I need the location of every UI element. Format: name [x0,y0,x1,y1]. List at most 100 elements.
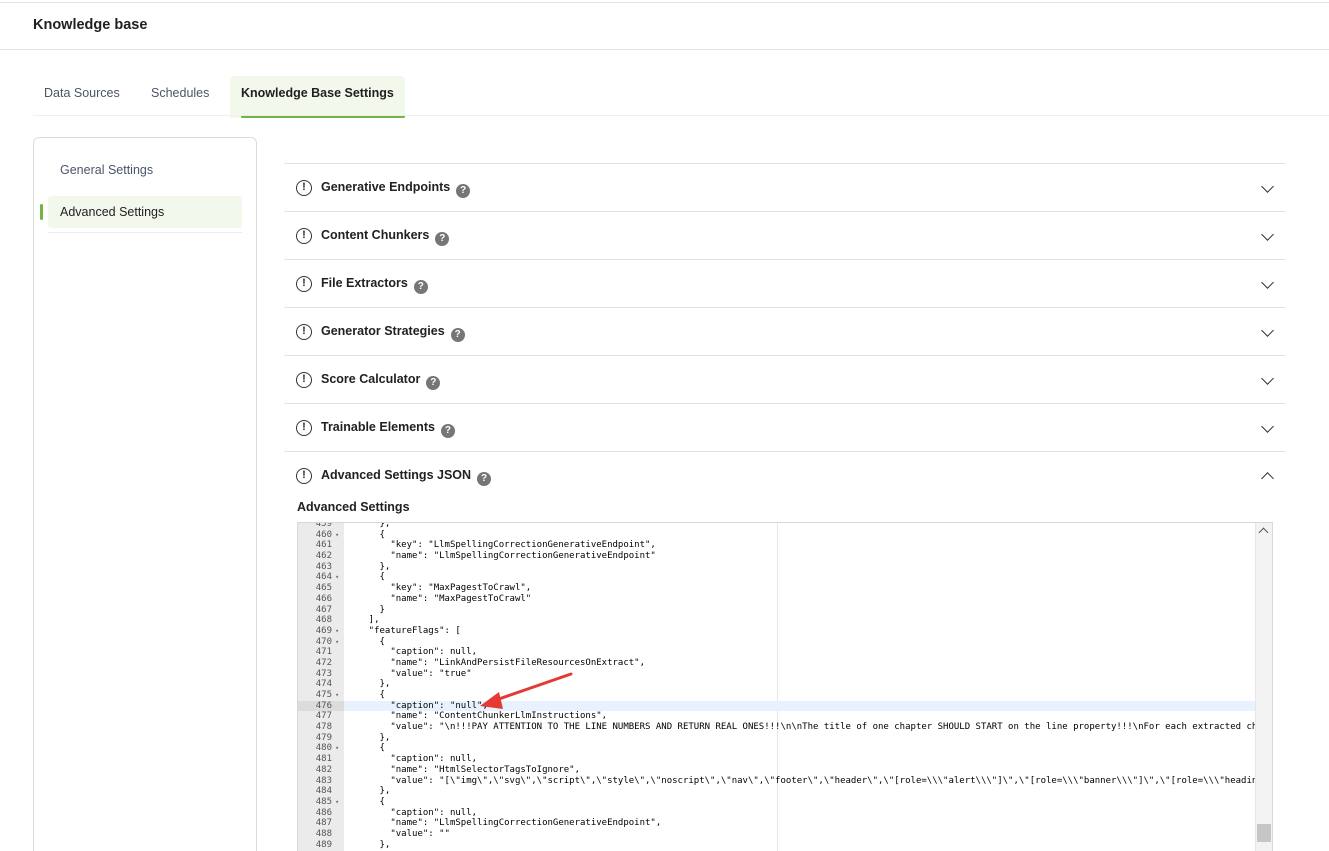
code-line[interactable]: 471 "caption": null, [298,647,1256,658]
code-line[interactable]: 477 "name": "ContentChunkerLlmInstructio… [298,711,1256,722]
code-line[interactable]: 484 }, [298,786,1256,797]
section-title: File Extractors [321,276,408,290]
settings-accordion: ! Generative Endpoints? ! Content Chunke… [284,163,1286,499]
code-text: "name": "MaxPagestToCrawl" [347,593,532,604]
line-number: 471 [315,647,332,658]
code-line[interactable]: 483 "value": "[\"img\",\"svg\",\"script\… [298,775,1272,787]
code-line[interactable]: 485 ▾ { [298,797,1256,808]
code-text: }, [347,786,391,797]
warning-circle-icon: ! [296,372,312,388]
help-icon[interactable]: ? [440,424,455,438]
editor-code-lines[interactable]: 459 }, 460 ▾ {461 "key": "LlmSpellingCorre… [298,523,1272,851]
line-number: 483 [315,775,332,786]
code-text: } [347,604,385,615]
chevron-down-icon[interactable] [1261,372,1274,385]
line-number: 474 [315,679,332,690]
line-number: 482 [315,764,332,775]
line-number: 481 [315,754,332,765]
help-icon[interactable]: ? [426,376,441,390]
section-title: Trainable Elements [321,420,435,434]
chevron-down-icon[interactable] [1261,276,1274,289]
code-line[interactable]: 489 }, [298,840,1256,851]
code-line[interactable]: 475 ▾ { [298,690,1256,701]
code-text: { [347,636,385,647]
tab-schedules[interactable]: Schedules [151,76,209,118]
fold-toggle-icon[interactable]: ▾ [335,530,339,541]
help-icon[interactable]: ? [477,472,492,486]
warning-circle-icon: ! [296,228,312,244]
scrollbar-thumb[interactable] [1257,824,1271,842]
section-score-calculator[interactable]: ! Score Calculator? [284,355,1286,403]
page-header: Knowledge base [0,3,1329,50]
code-line[interactable]: 465 "key": "MaxPagestToCrawl", [298,583,1256,594]
code-line[interactable]: 486 "caption": null, [298,808,1256,819]
code-line[interactable]: 460 ▾ { [298,530,1256,541]
warning-circle-icon: ! [296,180,312,196]
code-line[interactable]: 479 }, [298,733,1256,744]
code-line[interactable]: 478 "value": "\n!!!PAY ATTENTION TO THE … [298,722,1272,733]
fold-toggle-icon[interactable]: ▾ [335,690,339,701]
code-line[interactable]: 470 ▾ { [298,637,1256,648]
help-icon[interactable]: ? [450,328,465,342]
section-trainable-elements[interactable]: ! Trainable Elements? [284,403,1286,451]
code-line[interactable]: 462 "name": "LlmSpellingCorrectionGenera… [298,551,1256,562]
code-text: { [347,796,385,807]
line-number: 463 [315,561,332,572]
chevron-up-icon[interactable] [1261,472,1274,485]
line-number: 479 [315,732,332,743]
editor-scrollbar[interactable] [1255,523,1272,851]
code-line[interactable]: 488 "value": "" [298,829,1256,840]
code-text: ], [347,615,380,626]
fold-toggle-icon[interactable]: ▾ [335,743,339,754]
code-line[interactable]: 468 ], [298,615,1256,626]
code-line[interactable]: 474 }, [298,679,1256,690]
code-line[interactable]: 476 "caption": "null", [298,700,1256,712]
tab-data-sources[interactable]: Data Sources [44,76,120,118]
fold-toggle-icon[interactable]: ▾ [335,797,339,808]
code-line[interactable]: 472 "name": "LinkAndPersistFileResources… [298,658,1256,669]
code-line[interactable]: 461 "key": "LlmSpellingCorrectionGenerat… [298,540,1256,551]
code-line[interactable]: 463 }, [298,562,1256,573]
help-icon[interactable]: ? [435,232,450,246]
chevron-down-icon[interactable] [1261,324,1274,337]
section-content-chunkers[interactable]: ! Content Chunkers? [284,211,1286,259]
code-line[interactable]: 469 ▾ "featureFlags": [ [298,626,1256,637]
code-line[interactable]: 481 "caption": null, [298,754,1256,765]
section-generative-endpoints[interactable]: ! Generative Endpoints? [284,163,1286,211]
fold-toggle-icon[interactable]: ▾ [335,626,339,637]
code-line[interactable]: 464 ▾ { [298,572,1256,583]
tab-knowledge-base-settings[interactable]: Knowledge Base Settings [230,76,405,118]
settings-side-nav: General Settings Advanced Settings [33,137,257,851]
fold-toggle-icon[interactable]: ▾ [335,637,339,648]
code-text: }, [347,732,391,743]
scroll-up-icon[interactable] [1258,527,1269,538]
section-file-extractors[interactable]: ! File Extractors? [284,259,1286,307]
code-text: "value": "true" [347,668,472,679]
sidebar-item-advanced-settings[interactable]: Advanced Settings [40,196,242,228]
help-icon[interactable]: ? [413,280,428,294]
chevron-down-icon[interactable] [1261,228,1274,241]
section-advanced-settings-json[interactable]: ! Advanced Settings JSON? [284,451,1286,499]
code-line[interactable]: 482 "name": "HtmlSelectorTagsToIgnore", [298,765,1256,776]
section-generator-strategies[interactable]: ! Generator Strategies? [284,307,1286,355]
line-number: 487 [315,818,332,829]
line-number: 468 [315,615,332,626]
code-text: "name": "LlmSpellingCorrectionGenerative… [347,818,662,829]
fold-toggle-icon[interactable]: ▾ [335,572,339,583]
code-line[interactable]: 487 "name": "LlmSpellingCorrectionGenera… [298,818,1256,829]
section-title: Content Chunkers [321,228,430,242]
json-code-editor[interactable]: 459 }, 460 ▾ {461 "key": "LlmSpellingCorre… [297,522,1273,851]
chevron-down-icon[interactable] [1261,180,1274,193]
warning-circle-icon: ! [296,420,312,436]
code-line[interactable]: 480 ▾ { [298,743,1256,754]
code-line[interactable]: 473 "value": "true" [298,669,1256,680]
help-icon[interactable]: ? [456,184,471,198]
line-number: 477 [315,711,332,722]
code-line[interactable]: 459 }, [298,523,1256,530]
code-line[interactable]: 466 "name": "MaxPagestToCrawl" [298,594,1256,605]
code-line[interactable]: 467 } [298,605,1256,616]
sidebar-item-general-settings[interactable]: General Settings [48,154,242,186]
line-number: 466 [315,593,332,604]
chevron-down-icon[interactable] [1261,420,1274,433]
code-text: }, [347,561,391,572]
